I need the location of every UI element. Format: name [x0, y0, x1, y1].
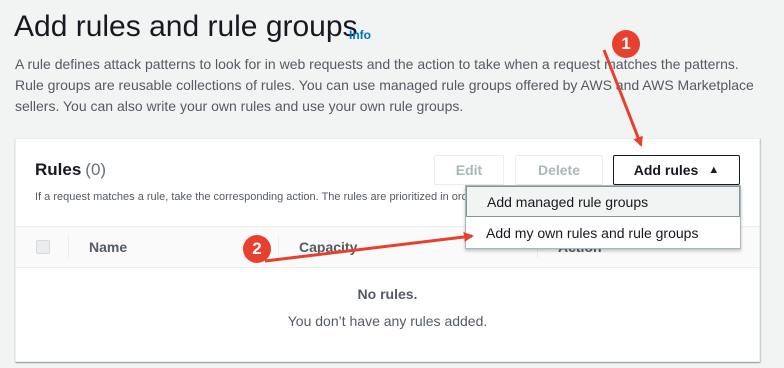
- rules-heading-label: Rules: [35, 160, 82, 179]
- delete-button[interactable]: Delete: [515, 155, 603, 185]
- menu-item-add-managed-rule-groups[interactable]: Add managed rule groups: [466, 186, 740, 217]
- edit-button[interactable]: Edit: [434, 155, 504, 185]
- column-divider: [278, 236, 279, 258]
- add-rules-dropdown-menu: Add managed rule groups Add my own rules…: [465, 185, 741, 249]
- rules-count: (0): [85, 160, 107, 179]
- column-header-name[interactable]: Name: [89, 239, 127, 255]
- add-rules-button-label: Add rules: [633, 162, 699, 178]
- empty-state-text: You don’t have any rules added.: [287, 313, 488, 329]
- select-all-checkbox[interactable]: [36, 240, 50, 254]
- empty-state-title: No rules.: [357, 286, 418, 302]
- menu-item-add-own-rules[interactable]: Add my own rules and rule groups: [466, 217, 740, 248]
- rules-heading: Rules (0): [35, 160, 106, 180]
- column-header-capacity[interactable]: Capacity: [299, 239, 357, 255]
- info-link[interactable]: Info: [349, 28, 371, 42]
- add-rules-button[interactable]: Add rules ▲: [613, 155, 740, 185]
- delete-button-label: Delete: [537, 162, 581, 178]
- rules-helper-text: If a request matches a rule, take the co…: [35, 191, 465, 203]
- menu-item-label: Add my own rules and rule groups: [486, 224, 699, 241]
- step-badge-1: 1: [612, 30, 640, 58]
- step-badge-2: 2: [243, 235, 271, 263]
- edit-button-label: Edit: [455, 162, 483, 178]
- rules-panel: Rules (0) If a request matches a rule, ta…: [15, 138, 760, 362]
- caret-up-icon: ▲: [708, 164, 720, 176]
- menu-item-label: Add managed rule groups: [487, 193, 649, 210]
- column-divider: [68, 236, 69, 258]
- page-description: A rule defines attack patterns to look f…: [15, 56, 754, 114]
- page-title: Add rules and rule groups: [14, 10, 358, 43]
